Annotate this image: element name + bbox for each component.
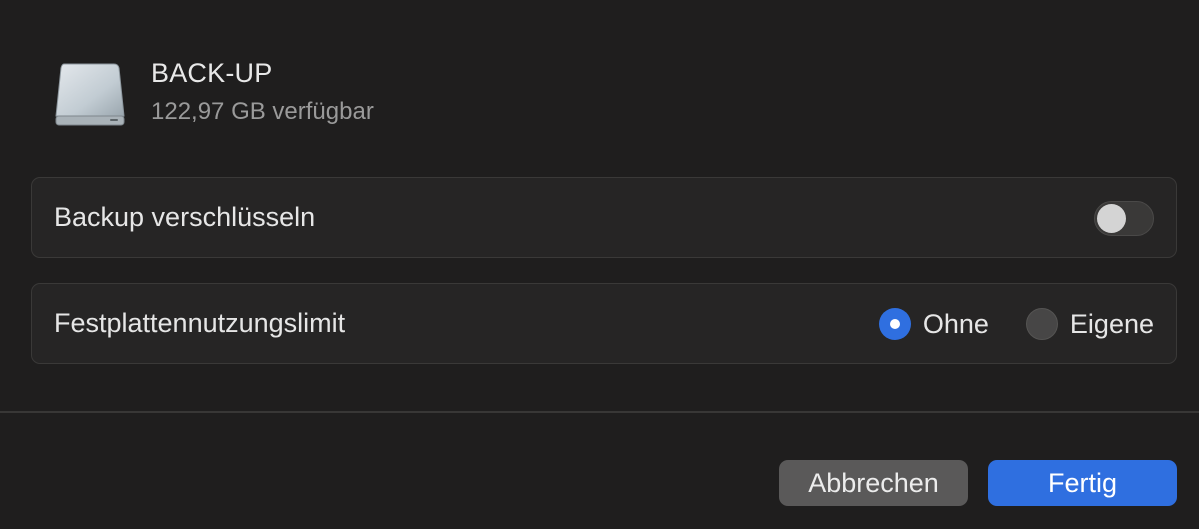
radio-button-unselected[interactable] bbox=[1025, 308, 1058, 340]
radio-label-none: Ohne bbox=[922, 308, 989, 339]
disk-usage-limit-radio-group: Ohne Eigene bbox=[878, 306, 1154, 342]
radio-option-none[interactable]: Ohne bbox=[878, 308, 989, 340]
encrypt-backup-label: Backup verschlüsseln bbox=[54, 202, 316, 232]
cancel-button[interactable]: Abbrechen bbox=[779, 460, 968, 506]
toggle-knob bbox=[1097, 204, 1126, 233]
external-drive-icon bbox=[55, 63, 125, 126]
encrypt-backup-row: Backup verschlüsseln bbox=[31, 177, 1177, 258]
encrypt-backup-toggle[interactable] bbox=[1094, 201, 1154, 236]
radio-option-custom[interactable]: Eigene bbox=[1025, 308, 1154, 340]
backup-options-sheet: BACK-UP 122,97 GB verfügbar Backup versc… bbox=[0, 0, 1199, 529]
disk-name: BACK-UP bbox=[151, 58, 273, 88]
disk-header: BACK-UP 122,97 GB verfügbar bbox=[54, 54, 654, 134]
done-button[interactable]: Fertig bbox=[988, 460, 1177, 506]
footer-divider bbox=[0, 411, 1199, 413]
radio-label-custom: Eigene bbox=[1069, 308, 1154, 339]
disk-free-space: 122,97 GB verfügbar bbox=[151, 98, 374, 125]
disk-usage-limit-row: Festplattennutzungslimit Ohne Eigene bbox=[31, 283, 1177, 364]
radio-button-selected[interactable] bbox=[878, 308, 911, 340]
disk-usage-limit-label: Festplattennutzungslimit bbox=[54, 308, 346, 338]
